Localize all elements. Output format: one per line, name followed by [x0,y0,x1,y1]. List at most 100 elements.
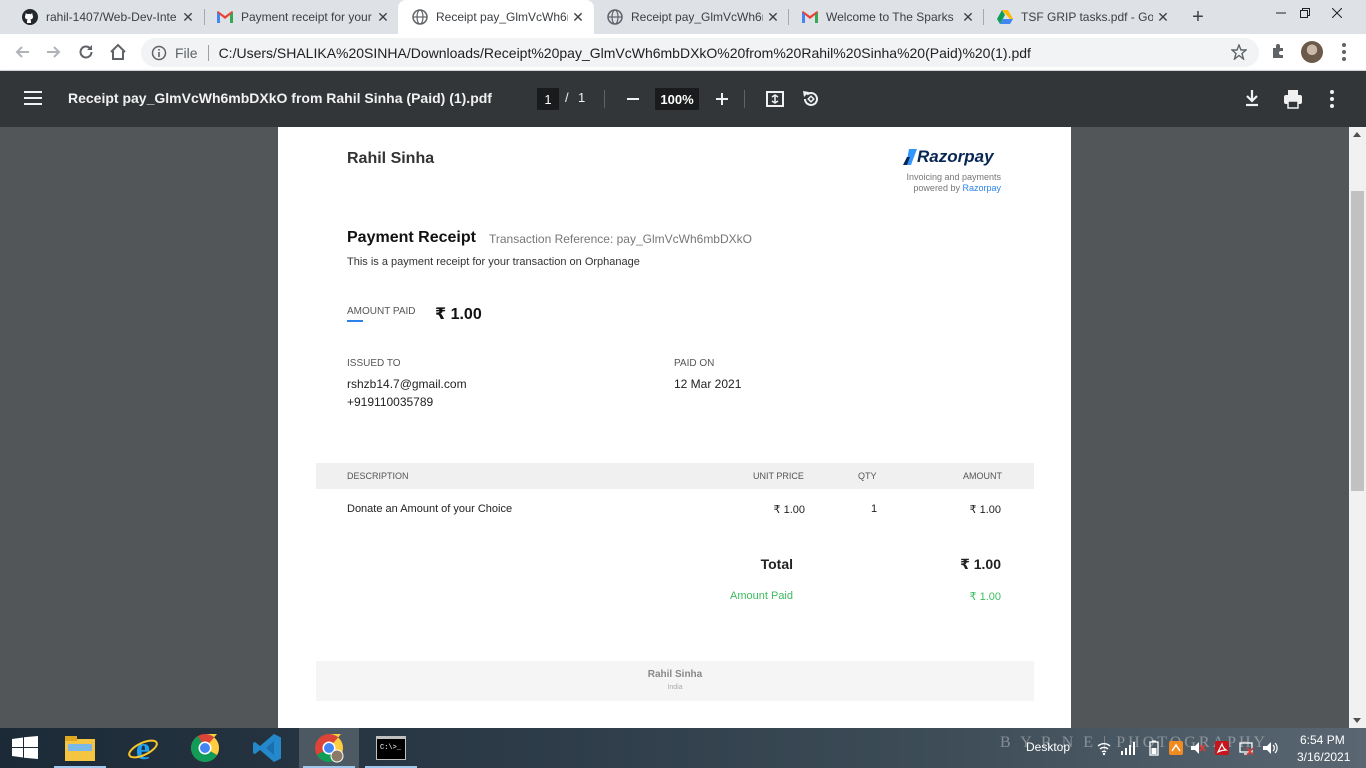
tab-receipt[interactable]: Receipt pay_GlmVcWh6r ✕ [593,0,789,34]
taskbar-internet-explorer[interactable]: e [113,728,173,768]
page-number-input[interactable]: 1 [537,88,559,110]
powered-by-label: powered by [913,183,960,193]
home-icon [110,43,126,60]
acrobat-reader-icon[interactable] [1214,740,1230,756]
forward-button[interactable] [40,38,68,66]
scroll-up-arrow-icon[interactable] [1353,132,1361,137]
gmail-icon [217,9,233,25]
address-bar[interactable]: File C:/Users/SHALIKA%20SINHA/Downloads/… [141,38,1259,67]
signal-strength-icon[interactable] [1120,740,1136,756]
close-tab-icon[interactable]: ✕ [763,7,783,27]
close-tab-icon[interactable]: ✕ [568,7,588,27]
amount-paid-row-label: Amount Paid [730,590,793,602]
vertical-scrollbar[interactable] [1349,127,1366,728]
battery-icon[interactable] [1146,740,1162,756]
total-label: Total [760,556,793,572]
header-unit-price: UNIT PRICE [753,471,804,481]
pdf-title: Receipt pay_GlmVcWh6mbDXkO from Rahil Si… [68,90,492,106]
footer-merchant-name: Rahil Sinha [647,669,703,680]
profile-avatar[interactable] [1301,41,1323,63]
browser-toolbar: File C:/Users/SHALIKA%20SINHA/Downloads/… [0,34,1366,71]
receipt-subheading: This is a payment receipt for your trans… [347,256,640,268]
close-tab-icon[interactable]: ✕ [1153,7,1173,27]
tab-gmail-sparks[interactable]: Welcome to The Sparks ✕ [788,0,984,34]
clock-time[interactable]: 6:54 PM [1300,733,1345,747]
pdf-viewer[interactable]: Rahil Sinha Razorpay Invoicing and payme… [0,127,1366,728]
chrome-icon [191,734,219,762]
windows-taskbar: e C:\>_ B Y R N E | PHOTOGRAPHY Desktop … [0,728,1366,768]
merchant-name: Rahil Sinha [347,150,435,167]
download-icon[interactable] [1242,88,1262,108]
desktop-toolbar-label[interactable]: Desktop [1026,740,1070,754]
wifi-icon[interactable] [1096,740,1112,756]
row-amount: ₹ 1.00 [969,504,1001,516]
browser-menu-icon[interactable] [1334,42,1354,62]
restore-icon [1300,8,1310,18]
tab-gmail-payment[interactable]: Payment receipt for your ✕ [203,0,399,34]
paid-on-date: 12 Mar 2021 [674,377,742,391]
pdf-more-options-icon[interactable] [1324,89,1340,109]
zoom-level-input[interactable]: 100% [655,88,699,110]
tab-title: rahil-1407/Web-Dev-Inte [46,10,177,24]
taskbar-file-explorer[interactable] [50,728,110,768]
fit-to-page-icon[interactable] [765,89,785,109]
start-button[interactable] [0,728,50,768]
header-qty: QTY [858,471,877,481]
globe-icon [607,9,623,25]
rotate-counterclockwise-icon[interactable] [800,88,822,110]
url-text[interactable]: C:/Users/SHALIKA%20SINHA/Downloads/Recei… [219,45,1031,61]
speaker-icon[interactable] [1262,740,1278,756]
clock-date[interactable]: 3/16/2021 [1297,750,1350,764]
taskbar-chrome[interactable] [175,728,235,768]
print-icon[interactable] [1282,88,1304,110]
close-tab-icon[interactable]: ✕ [958,7,978,27]
zoom-out-button[interactable] [624,88,642,110]
info-icon[interactable] [151,45,167,61]
tab-github[interactable]: rahil-1407/Web-Dev-Inte ✕ [8,0,204,34]
taskbar-command-prompt[interactable]: C:\>_ [361,728,421,768]
extensions-puzzle-icon[interactable] [1270,42,1288,60]
header-description: DESCRIPTION [347,471,409,481]
minimize-icon [1276,12,1286,14]
row-qty: 1 [871,503,878,515]
tray-app-orange-icon[interactable] [1168,740,1184,756]
razorpay-link[interactable]: Razorpay [962,183,1001,193]
tab-google-drive[interactable]: TSF GRIP tasks.pdf - Goo ✕ [983,0,1179,34]
new-tab-button[interactable]: + [1186,5,1210,29]
vscode-icon [253,734,281,762]
tab-receipt-active[interactable]: Receipt pay_GlmVcWh6r ✕ [398,0,594,34]
close-tab-icon[interactable]: ✕ [373,7,393,27]
svg-text:e: e [136,732,150,764]
receipt-heading: Payment Receipt [347,229,476,246]
home-button[interactable] [104,38,132,66]
amount-paid-label: AMOUNT PAID [347,306,416,317]
scroll-down-arrow-icon[interactable] [1353,718,1361,723]
gmail-icon [802,9,818,25]
omnibox-divider [207,44,209,61]
tab-title: TSF GRIP tasks.pdf - Goo [1021,10,1153,24]
close-tab-icon[interactable]: ✕ [178,7,198,27]
tab-title: Receipt pay_GlmVcWh6r [436,10,568,24]
row-description: Donate an Amount of your Choice [347,503,513,515]
scrollbar-thumb[interactable] [1351,191,1364,491]
zoom-in-button[interactable] [712,88,732,110]
razorpay-logo-text: Razorpay [917,147,994,166]
toolbar-divider [744,90,745,108]
back-button[interactable] [8,38,36,66]
restore-button[interactable] [1290,0,1320,26]
close-window-button[interactable] [1322,0,1352,26]
taskbar-vscode[interactable] [237,728,297,768]
network-disconnected-icon[interactable] [1238,740,1254,756]
sidebar-menu-icon[interactable] [24,91,42,105]
line-items-header: DESCRIPTION UNIT PRICE QTY AMOUNT [316,463,1034,489]
minus-icon [627,98,639,100]
transaction-reference: Transaction Reference: pay_GlmVcWh6mbDXk… [489,232,752,246]
volume-muted-icon[interactable] [1190,740,1206,756]
reload-button[interactable] [72,38,100,66]
globe-icon [412,9,428,25]
bookmark-star-icon[interactable] [1231,44,1247,60]
pdf-toolbar: Receipt pay_GlmVcWh6mbDXkO from Rahil Si… [0,71,1366,127]
issued-to-phone: +919110035789 [347,395,434,409]
taskbar-chrome-profile[interactable] [299,728,359,768]
back-arrow-icon [15,46,29,58]
